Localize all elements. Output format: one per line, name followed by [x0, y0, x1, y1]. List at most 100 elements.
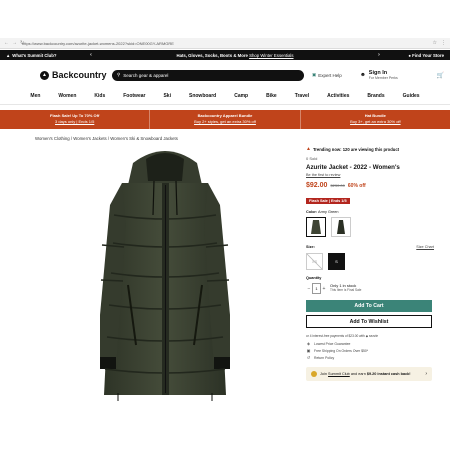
- club-offer-link[interactable]: Summit Club: [328, 372, 350, 376]
- pin-icon: ●: [408, 52, 411, 58]
- menu-icon[interactable]: ⋮: [441, 40, 446, 46]
- payment-plan-text: or 4 interest-free payments of $23.00 wi…: [306, 334, 379, 338]
- perk-item: ▣ Free Shipping On Orders Over $50*: [306, 348, 434, 353]
- promo-link[interactable]: Shop Winter Essentials: [249, 53, 293, 58]
- search-placeholder: Search gear & apparel: [123, 72, 169, 78]
- product-image[interactable]: [70, 145, 260, 403]
- color-row: Color: Army Green: [306, 210, 434, 214]
- perk-text: Free Shipping On Orders Over $50*: [314, 348, 369, 353]
- summit-club-link[interactable]: ▲ What's Summit Club?: [6, 53, 86, 58]
- find-store-label: Find Your Store: [412, 52, 444, 58]
- promo-message: Hats, Gloves, Socks, Boots & More Shop W…: [96, 53, 374, 58]
- product-info: ▲ Trending now: 120 are viewing this pro…: [306, 146, 434, 381]
- cart-icon[interactable]: 🛒: [437, 72, 444, 79]
- url-text[interactable]: https://www.backcountry.com/azurite-jack…: [22, 41, 433, 46]
- browser-actions: ☆ ⋮: [433, 40, 446, 46]
- chevron-left-icon[interactable]: ‹: [86, 52, 96, 58]
- original-price: $230.00: [330, 183, 345, 188]
- category-travel[interactable]: Travel: [286, 93, 318, 104]
- quantity-value[interactable]: 1: [312, 283, 321, 294]
- promo-text: Hats, Gloves, Socks, Boots & More: [176, 52, 248, 58]
- expert-help-label: Expert Help: [318, 72, 342, 78]
- price-block: $92.00 $230.00 60% off: [306, 182, 434, 189]
- plus-icon[interactable]: +: [321, 286, 327, 292]
- deal-item[interactable]: Hat Bundle Buy 3+, get an extra 30% off: [301, 110, 450, 129]
- logo-mark-icon: ▲: [40, 70, 49, 80]
- size-option-xs[interactable]: XS: [306, 253, 323, 270]
- category-kids[interactable]: Kids: [85, 93, 114, 104]
- search-input[interactable]: ⚲ Search gear & apparel: [112, 69, 304, 81]
- star-icon[interactable]: ☆: [433, 40, 437, 46]
- review-link[interactable]: Be the first to review: [306, 173, 434, 177]
- trending-text: Trending now: 120 are viewing this produ…: [312, 146, 400, 152]
- stock-info: Only 1 in stock This Item is Final Sale: [330, 283, 362, 293]
- category-snowboard[interactable]: Snowboard: [180, 93, 225, 104]
- address-bar[interactable]: ← → ↻ https://www.backcountry.com/azurit…: [0, 38, 450, 49]
- browser-nav: ← → ↻: [4, 40, 24, 46]
- perk-list: ◈ Lowest Price Guarantee ▣ Free Shipping On…: [306, 341, 434, 360]
- trending-notice: ▲ Trending now: 120 are viewing this pro…: [306, 146, 434, 152]
- deal-title: Hat Bundle: [364, 113, 386, 118]
- flash-sale-badge: Flash Sale | Ends 1/5: [306, 198, 350, 204]
- mountain-icon: ▲: [6, 52, 11, 58]
- perk-text: Lowest Price Guarantee: [314, 341, 351, 346]
- breadcrumb[interactable]: Women's Clothing / Women's Jackets / Wom…: [35, 136, 178, 141]
- size-option-s[interactable]: S: [328, 253, 345, 270]
- product-title: Azurite Jacket - 2022 - Women's: [306, 164, 400, 171]
- category-camp[interactable]: Camp: [225, 93, 257, 104]
- signin-sub: For Member Perks: [368, 76, 398, 80]
- club-offer-text: Join Summit Club and earn $9.20 instant …: [320, 372, 422, 377]
- sold-count: 0 Sold: [306, 156, 318, 161]
- site-logo[interactable]: ▲ Backcountry: [40, 70, 112, 80]
- site-header: ▲ Backcountry ⚲ Search gear & apparel ▣ …: [0, 62, 450, 88]
- size-options: XS S: [306, 253, 434, 270]
- category-guides[interactable]: Guides: [394, 93, 429, 104]
- swatch-alt-view[interactable]: [331, 217, 351, 237]
- category-women[interactable]: Women: [49, 93, 85, 104]
- category-bike[interactable]: Bike: [257, 93, 286, 104]
- color-value: Army Green: [318, 210, 339, 214]
- signin-link[interactable]: ☻ Sign In For Member Perks: [360, 70, 412, 80]
- deal-title: Flash Sale! Up To 70% Off: [50, 113, 100, 118]
- add-to-cart-button[interactable]: Add To Cart: [306, 300, 432, 312]
- deal-link[interactable]: Buy 3+, get an extra 30% off: [301, 119, 450, 124]
- discount-badge: 60% off: [347, 183, 366, 189]
- return-icon: ↺: [306, 355, 311, 360]
- sale-price: $92.00: [306, 182, 328, 189]
- search-icon: ⚲: [117, 72, 121, 77]
- category-activities[interactable]: Activities: [318, 93, 358, 104]
- perk-item[interactable]: ↺ Return Policy: [306, 355, 434, 360]
- deal-item[interactable]: Backcountry Apparel Bundle Buy 2+ styles,…: [150, 110, 301, 129]
- deal-title: Backcountry Apparel Bundle: [197, 113, 253, 118]
- find-store-link[interactable]: ● Find Your Store: [384, 53, 444, 58]
- chevron-right-icon[interactable]: ›: [374, 52, 384, 58]
- final-sale-text: This Item is Final Sale: [330, 287, 362, 292]
- deal-link[interactable]: Buy 2+ styles, get an extra 30% off: [150, 119, 299, 124]
- category-brands[interactable]: Brands: [358, 93, 393, 104]
- truck-icon: ▣: [306, 348, 311, 353]
- swatch-jacket-icon: [311, 220, 321, 234]
- quantity-stepper[interactable]: − 1 +: [306, 283, 327, 294]
- club-offer-mid: and earn: [349, 371, 367, 376]
- arrow-right-icon[interactable]: →: [12, 40, 17, 46]
- category-men[interactable]: Men: [21, 93, 49, 104]
- size-chart-link[interactable]: Size Chart: [416, 245, 434, 249]
- color-swatches: [306, 217, 434, 237]
- arrow-left-icon[interactable]: ←: [4, 40, 9, 46]
- quantity-row: − 1 + Only 1 in stock This Item is Final…: [306, 283, 434, 294]
- user-icon: ☻: [360, 72, 366, 78]
- expert-help-link[interactable]: ▣ Expert Help: [312, 72, 356, 78]
- deal-item[interactable]: Flash Sale! Up To 70% Off 3 days only | E…: [0, 110, 151, 129]
- logo-text: Backcountry: [52, 70, 107, 80]
- chevron-right-icon: ›: [425, 371, 427, 377]
- summit-club-offer[interactable]: Join Summit Club and earn $9.20 instant …: [306, 367, 432, 381]
- category-ski[interactable]: Ski: [154, 93, 180, 104]
- browser-frame: ← → ↻ https://www.backcountry.com/azurit…: [0, 0, 450, 450]
- promo-strip: ▲ What's Summit Club? ‹ Hats, Gloves, So…: [0, 50, 450, 60]
- swatch-army-green[interactable]: [306, 217, 326, 237]
- add-to-wishlist-button[interactable]: Add To Wishlist: [306, 315, 432, 328]
- deal-link[interactable]: 3 days only | Ends 1/5: [0, 119, 149, 124]
- color-label: Color:: [306, 210, 318, 214]
- perk-item: ◈ Lowest Price Guarantee: [306, 341, 434, 346]
- category-footwear[interactable]: Footwear: [114, 93, 154, 104]
